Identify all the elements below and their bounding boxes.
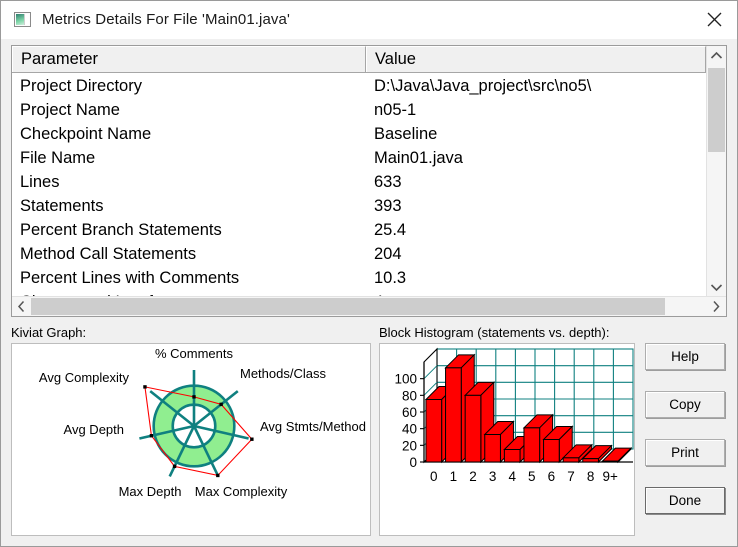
histogram-x-tick: 3 xyxy=(489,469,497,484)
block-histogram[interactable]: 0 20 40 60 80 100 0 1 2 3 4 5 6 7 8 9+ xyxy=(379,343,635,536)
histogram-y-tick: 100 xyxy=(394,372,417,387)
chevron-up-icon xyxy=(710,51,723,59)
horizontal-scroll-track[interactable] xyxy=(31,297,707,316)
table-row[interactable]: Percent Branch Statements 25.4 xyxy=(12,218,706,242)
cell-parameter: Method Call Statements xyxy=(20,244,197,263)
kiviat-axis-label-4: Max Depth xyxy=(119,484,182,499)
table-row[interactable]: Lines 633 xyxy=(12,170,706,194)
table-row[interactable]: Project Name n05-1 xyxy=(12,98,706,122)
horizontal-scroll-thumb[interactable] xyxy=(31,298,665,315)
table-header-row: Parameter Value xyxy=(12,46,706,73)
chevron-down-icon xyxy=(710,283,723,291)
cell-value: D:\Java\Java_project\src\no5\ xyxy=(374,76,592,95)
chevron-left-icon xyxy=(17,300,25,313)
cell-parameter: File Name xyxy=(20,148,96,167)
scroll-down-button[interactable] xyxy=(707,278,726,296)
title-bar: Metrics Details For File 'Main01.java' xyxy=(1,1,737,39)
cell-parameter: Percent Lines with Comments xyxy=(20,268,240,287)
column-header-parameter[interactable]: Parameter xyxy=(12,46,366,72)
kiviat-axis-label-5: Avg Depth xyxy=(64,422,124,437)
histogram-y-tick: 40 xyxy=(402,422,417,437)
table-row[interactable]: Project Directory D:\Java\Java_project\s… xyxy=(12,74,706,98)
histogram-x-tick: 2 xyxy=(469,469,477,484)
button-column: Help Copy Print Done xyxy=(643,325,727,536)
cell-parameter: Percent Branch Statements xyxy=(20,220,222,239)
kiviat-graph[interactable]: % Comments Methods/Class Avg Stmts/Method M… xyxy=(11,343,371,536)
histogram-y-tick: 20 xyxy=(402,438,417,453)
cell-value: 25.4 xyxy=(374,220,407,239)
kiviat-panel: Kiviat Graph: % Comments Methods/Class Avg… xyxy=(11,325,371,536)
horizontal-scrollbar[interactable] xyxy=(12,296,726,316)
cell-parameter: Statements xyxy=(20,196,104,215)
print-button[interactable]: Print xyxy=(645,439,725,466)
histogram-x-tick: 7 xyxy=(567,469,575,484)
close-icon xyxy=(707,12,721,26)
cell-parameter: Lines xyxy=(20,172,60,191)
histogram-x-tick: 9+ xyxy=(602,469,618,484)
histogram-x-tick: 0 xyxy=(430,469,438,484)
histogram-y-tick: 0 xyxy=(409,455,417,470)
done-button[interactable]: Done xyxy=(645,487,725,514)
cell-value: 633 xyxy=(374,172,402,191)
vertical-scroll-thumb[interactable] xyxy=(708,68,725,152)
cell-value: n05-1 xyxy=(374,100,417,119)
window-icon xyxy=(14,12,31,27)
histogram-x-tick: 8 xyxy=(587,469,595,484)
scroll-left-button[interactable] xyxy=(12,300,31,313)
histogram-y-tick: 80 xyxy=(402,388,417,403)
kiviat-axis-label-3: Max Complexity xyxy=(195,484,288,499)
column-header-value[interactable]: Value xyxy=(366,46,706,72)
scroll-right-button[interactable] xyxy=(707,300,726,313)
copy-button[interactable]: Copy xyxy=(645,391,725,418)
table-row[interactable]: Method Call Statements 204 xyxy=(12,242,706,266)
cell-value: Baseline xyxy=(374,124,438,143)
kiviat-axis-label-2: Avg Stmts/Method xyxy=(260,419,366,434)
kiviat-axis-label-1: Methods/Class xyxy=(240,366,326,381)
histogram-label: Block Histogram (statements vs. depth): xyxy=(379,325,610,340)
cell-value: Main01.java xyxy=(374,148,463,167)
cell-value: 393 xyxy=(374,196,402,215)
cell-parameter: Project Name xyxy=(20,100,120,119)
vertical-scroll-track[interactable] xyxy=(707,64,726,278)
vertical-scrollbar[interactable] xyxy=(706,46,726,296)
kiviat-label: Kiviat Graph: xyxy=(11,325,87,340)
cell-parameter: Project Directory xyxy=(20,76,142,95)
histogram-x-tick: 4 xyxy=(508,469,516,484)
table-row[interactable]: File Name Main01.java xyxy=(12,146,706,170)
kiviat-axis-label-6: Avg Complexity xyxy=(39,370,130,385)
window-title: Metrics Details For File 'Main01.java' xyxy=(42,11,290,28)
histogram-y-tick: 60 xyxy=(402,405,417,420)
kiviat-axis-label-0: % Comments xyxy=(155,346,234,361)
close-button[interactable] xyxy=(691,1,737,37)
table-row[interactable]: Statements 393 xyxy=(12,194,706,218)
bottom-section: Kiviat Graph: % Comments Methods/Class Avg… xyxy=(1,317,737,546)
histogram-x-tick: 5 xyxy=(528,469,536,484)
table-body: Project Directory D:\Java\Java_project\s… xyxy=(12,73,706,296)
histogram-panel: Block Histogram (statements vs. depth): … xyxy=(379,325,635,536)
chevron-right-icon xyxy=(713,300,720,313)
histogram-x-tick: 1 xyxy=(450,469,458,484)
cell-value: 10.3 xyxy=(374,268,407,287)
table-row[interactable]: Checkpoint Name Baseline xyxy=(12,122,706,146)
metrics-table[interactable]: Parameter Value Project Directory D:\Jav… xyxy=(11,45,727,317)
cell-value: 204 xyxy=(374,244,402,263)
cell-parameter: Checkpoint Name xyxy=(20,124,152,143)
metrics-details-window: Metrics Details For File 'Main01.java' P… xyxy=(0,0,738,547)
scroll-up-button[interactable] xyxy=(707,46,726,64)
histogram-chart: 0204060801000 1 2 3 4 5 6 7 8 9+ xyxy=(394,347,634,484)
histogram-x-tick: 6 xyxy=(548,469,556,484)
kiviat-chart: % Comments Methods/Class Avg Stmts/Method M… xyxy=(39,346,366,499)
table-row[interactable]: Percent Lines with Comments 10.3 xyxy=(12,266,706,290)
help-button[interactable]: Help xyxy=(645,343,725,370)
